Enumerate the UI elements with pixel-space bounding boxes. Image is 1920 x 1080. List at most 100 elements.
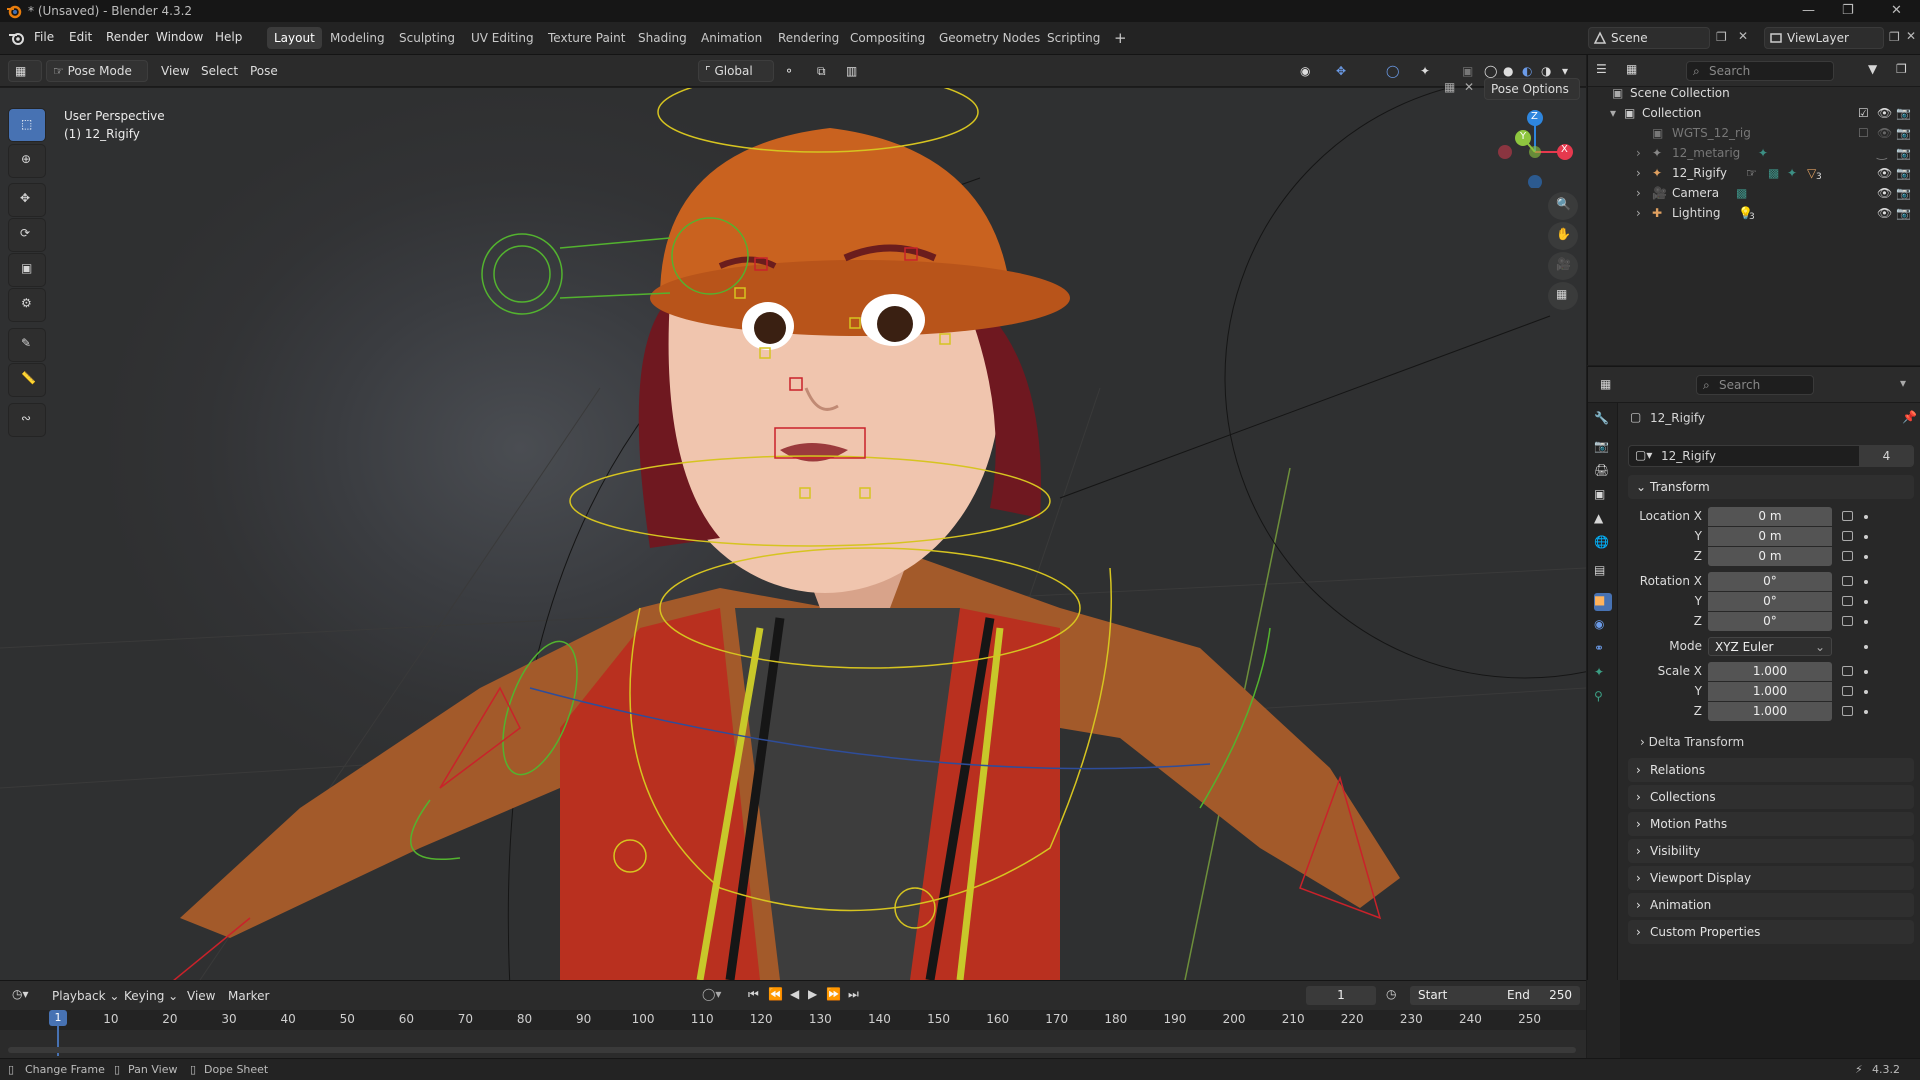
menu-marker[interactable]: Marker (228, 985, 269, 1007)
filter-icon[interactable]: ▼ (1868, 62, 1877, 76)
delta-transform-subpanel[interactable]: › Delta Transform (1640, 732, 1744, 752)
playhead-frame-badge[interactable]: 1 (49, 1010, 67, 1026)
menu-select[interactable]: Select (201, 60, 238, 82)
tab-modeling[interactable]: Modeling (323, 27, 392, 49)
object-tab-icon[interactable]: ■ (1594, 593, 1612, 611)
menu-window[interactable]: Window (156, 30, 203, 44)
cursor-tool[interactable]: ⊕ (8, 144, 46, 178)
jump-start-icon[interactable]: ⏮ (748, 987, 759, 1002)
lock-icon[interactable] (1842, 576, 1853, 586)
keyframe-dot-icon[interactable] (1864, 600, 1868, 604)
maximize-icon[interactable]: ❐ (1842, 3, 1854, 18)
menu-help[interactable]: Help (215, 30, 242, 44)
lock-icon[interactable] (1842, 616, 1853, 626)
tab-animation[interactable]: Animation (694, 27, 769, 49)
location-x-field[interactable]: 0 m (1708, 507, 1832, 526)
eye-icon[interactable]: 👁 (1877, 183, 1892, 203)
outliner-row-wgts[interactable]: ▣ WGTS_12_rig ☐ 👁 📷 (1588, 123, 1920, 143)
menu-edit[interactable]: Edit (69, 30, 92, 44)
transform-panel-header[interactable]: ⌄ Transform (1628, 475, 1914, 499)
keyframe-dot-icon[interactable] (1864, 690, 1868, 694)
outliner-row-lighting[interactable]: › ✚ Lighting 💡 3 👁 📷 (1588, 203, 1920, 223)
menu-render[interactable]: Render (106, 30, 149, 44)
scale-y-field[interactable]: 1.000 (1708, 682, 1832, 701)
new-viewlayer-icon[interactable]: ❐ (1889, 30, 1900, 44)
prev-keyframe-icon[interactable]: ⏪ (768, 987, 783, 1001)
custom-properties-panel[interactable]: › Custom Properties (1628, 920, 1914, 944)
snap-icon[interactable]: ⧉ (817, 60, 826, 82)
keyframe-dot-icon[interactable] (1864, 670, 1868, 674)
minimize-icon[interactable]: — (1802, 3, 1815, 18)
collection-tab-icon[interactable]: ▤ (1594, 563, 1612, 581)
viewport-3d[interactable] (0, 88, 1586, 980)
preview-range-icon[interactable]: ◷ (1386, 987, 1396, 1001)
zoom-button[interactable]: 🔍 (1548, 192, 1578, 220)
menu-pose[interactable]: Pose (250, 60, 278, 82)
pose-options-dropdown[interactable]: Pose Options (1484, 78, 1580, 100)
menu-keying[interactable]: Keying ⌄ (124, 985, 178, 1007)
pan-button[interactable]: ✋ (1548, 222, 1578, 250)
measure-tool[interactable]: 📏 (8, 363, 46, 397)
scale-x-field[interactable]: 1.000 (1708, 662, 1832, 681)
camera-render-icon[interactable]: 📷 (1896, 203, 1911, 223)
properties-editor-icon[interactable]: ▦ (1600, 377, 1611, 391)
visibility-panel[interactable]: › Visibility (1628, 839, 1914, 863)
keyframe-dot-icon[interactable] (1864, 515, 1868, 519)
outliner-row-metarig[interactable]: › ✦ 12_metarig ✦ ‿ 📷 (1588, 143, 1920, 163)
current-frame-field[interactable]: 1 (1306, 986, 1376, 1005)
tab-layout[interactable]: Layout (267, 27, 322, 49)
timeline-editor-icon[interactable]: ◷▾ (12, 987, 29, 1001)
keyframe-dot-icon[interactable] (1864, 535, 1868, 539)
keyframe-dot-icon[interactable] (1864, 580, 1868, 584)
collections-panel[interactable]: › Collections (1628, 785, 1914, 809)
snap-target-icon[interactable]: ▥ (846, 60, 857, 82)
scale-tool[interactable]: ▣ (8, 253, 46, 287)
menu-playback[interactable]: Playback ⌄ (52, 985, 119, 1007)
constraints-tab-icon[interactable]: ⚭ (1594, 641, 1612, 659)
move-tool[interactable]: ✥ (8, 183, 46, 217)
editor-type-dropdown[interactable]: ▦ (8, 60, 42, 82)
relations-panel[interactable]: › Relations (1628, 758, 1914, 782)
outliner-row-scene-collection[interactable]: ▣ Scene Collection (1588, 83, 1920, 103)
animation-panel[interactable]: › Animation (1628, 893, 1914, 917)
view-layer-tab-icon[interactable]: ▣ (1594, 487, 1612, 505)
viewport-display-panel[interactable]: › Viewport Display (1628, 866, 1914, 890)
location-z-field[interactable]: 0 m (1708, 547, 1832, 566)
bone-tab-icon[interactable]: ⚲ (1594, 689, 1612, 707)
play-icon[interactable]: ▶ (808, 987, 817, 1001)
relax-pose-tool[interactable]: ∾ (8, 403, 46, 437)
tab-geometry-nodes[interactable]: Geometry Nodes (932, 27, 1047, 49)
visibility-icon[interactable]: ◉ (1300, 60, 1310, 82)
checkbox-icon[interactable]: ☐ (1858, 123, 1869, 143)
data-tab-icon[interactable]: ✦ (1594, 665, 1612, 683)
rotation-x-field[interactable]: 0° (1708, 572, 1832, 591)
tab-compositing[interactable]: Compositing (843, 27, 932, 49)
eye-closed-icon[interactable]: ‿ (1877, 143, 1887, 163)
eye-icon[interactable]: 👁 (1877, 123, 1892, 143)
mode-dropdown[interactable]: ☞ Pose Mode (46, 60, 148, 82)
world-tab-icon[interactable]: 🌐 (1594, 535, 1612, 553)
outliner-row-collection[interactable]: ▾ ▣ Collection ☑ 👁 📷 (1588, 103, 1920, 123)
bone-collections-icon[interactable]: ✦ (1420, 60, 1430, 82)
transform-orientation-dropdown[interactable]: ⌜ Global (698, 60, 774, 82)
outliner-row-camera[interactable]: › 🎥 Camera ▩ 👁 📷 (1588, 183, 1920, 203)
eye-icon[interactable]: 👁 (1877, 203, 1892, 223)
motion-paths-panel[interactable]: › Motion Paths (1628, 812, 1914, 836)
menu-timeline-view[interactable]: View (187, 985, 215, 1007)
keyframe-dot-icon[interactable] (1864, 620, 1868, 624)
location-y-field[interactable]: 0 m (1708, 527, 1832, 546)
menu-view[interactable]: View (161, 60, 189, 82)
user-count[interactable]: 4 (1859, 446, 1914, 466)
output-tab-icon[interactable]: 🖨 (1594, 463, 1612, 481)
rotate-tool[interactable]: ⟳ (8, 218, 46, 252)
lock-icon[interactable] (1842, 531, 1853, 541)
menu-file[interactable]: File (34, 30, 54, 44)
lock-icon[interactable] (1842, 551, 1853, 561)
camera-render-icon[interactable]: 📷 (1896, 183, 1911, 203)
overlays-icon[interactable]: ◯ (1386, 60, 1399, 82)
jump-end-icon[interactable]: ⏭ (848, 987, 859, 1002)
camera-render-icon[interactable]: 📷 (1896, 143, 1911, 163)
tab-scripting[interactable]: Scripting (1040, 27, 1107, 49)
bone-gizmo-icon[interactable]: ▦ (1444, 80, 1455, 94)
tool-tab-icon[interactable]: 🔧 (1594, 411, 1612, 429)
